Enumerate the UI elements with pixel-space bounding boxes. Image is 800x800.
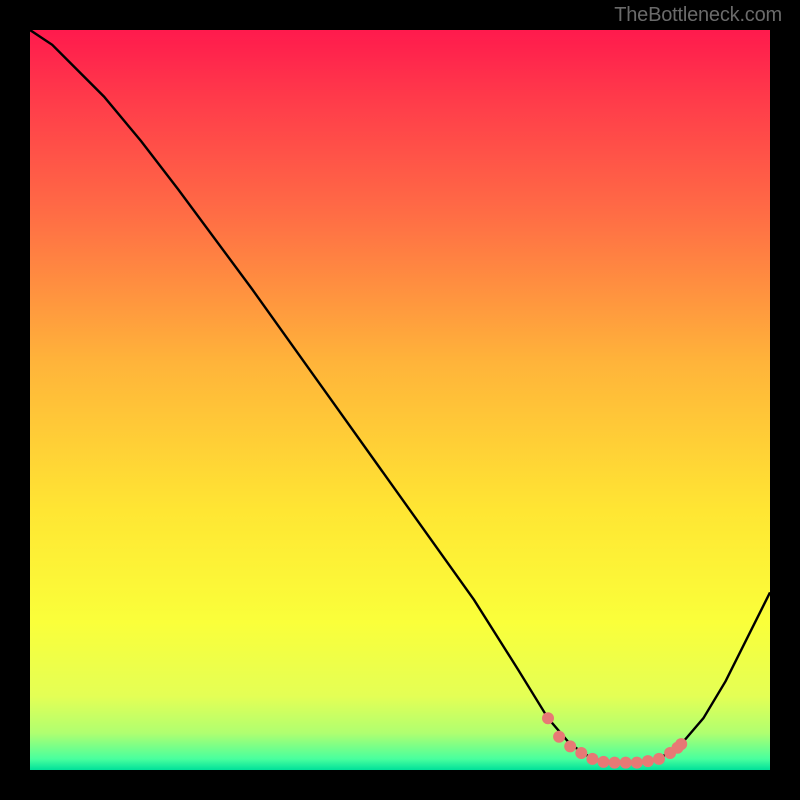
optimal-range-markers	[30, 30, 770, 770]
plot-area	[30, 30, 770, 770]
attribution-text: TheBottleneck.com	[614, 4, 782, 27]
